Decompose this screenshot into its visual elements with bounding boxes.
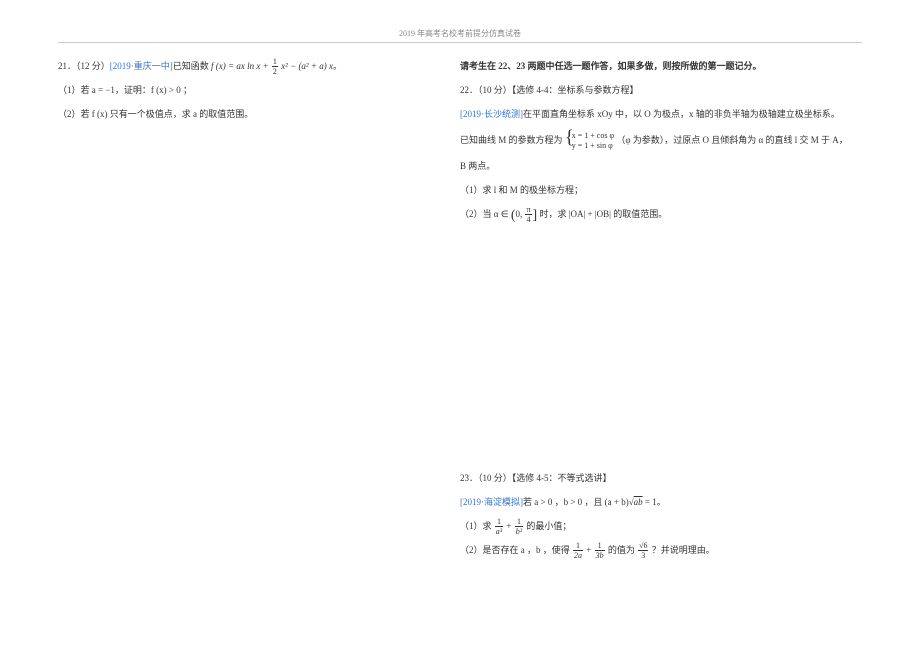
num: 1 <box>272 57 278 67</box>
den: 2a <box>573 551 583 560</box>
param-brace: x = 1 + cos φ y = 1 + sin φ <box>565 131 614 151</box>
den: 3 <box>638 551 648 560</box>
q23-p2-after: ？并说明理由。 <box>652 545 715 555</box>
num: √6 <box>638 541 648 551</box>
q22-l2-tail: （φ 为参数），过原点 O 且倾斜角为 α 的直线 l 交 M 于 A， <box>616 135 847 145</box>
q22-part1: （1）求 l 和 M 的极坐标方程； <box>460 179 850 201</box>
header-text: 2019 年高考名校考前提分仿真试卷 <box>399 29 521 38</box>
q22-line3: B 两点。 <box>460 155 850 177</box>
q22-l2-prefix: 已知曲线 M 的参数方程为 <box>460 135 563 145</box>
plus2: + <box>584 545 594 555</box>
num: 1 <box>573 541 583 551</box>
plus: + <box>504 521 514 531</box>
num: 1 <box>515 517 523 527</box>
den: 3b <box>595 551 605 560</box>
q21-source: [2019·重庆一中] <box>110 61 173 71</box>
fraction-half: 1 2 <box>272 57 278 76</box>
page-header: 2019 年高考名校考前提分仿真试卷 <box>0 0 920 42</box>
fraction-1-3b: 1 3b <box>595 541 605 560</box>
fraction-1a3: 1 a³ <box>495 517 503 536</box>
left-column: 21．（12 分）[2019·重庆一中]已知函数 f (x) = ax ln x… <box>58 55 422 563</box>
q21-part2: （2）若 f (x) 只有一个极值点，求 a 的取值范围。 <box>58 103 422 125</box>
q21-func-tail: x² − (a² + a) x <box>281 61 333 71</box>
den: 2 <box>272 67 278 76</box>
q22-part2: （2）当 α ∈ (0, π 4 ] 时，求 |OA| + |OB| 的取值范围… <box>460 203 850 227</box>
q22-line1: [2019·长沙统测]在平面直角坐标系 xOy 中，以 O 为极点，x 轴的非负… <box>460 103 850 125</box>
dot: 。 <box>333 61 342 71</box>
q23-source: [2019·海淀模拟] <box>460 497 523 507</box>
num: π <box>525 205 531 215</box>
content-two-column: 21．（12 分）[2019·重庆一中]已知函数 f (x) = ax ln x… <box>0 43 920 563</box>
right-column: 请考生在 22、23 两题中任选一题作答，如果多做，则按所做的第一题记分。 22… <box>460 55 850 563</box>
q22-header: 22．（10 分）【选修 4-4：坐标系与参数方程】 <box>460 79 850 101</box>
q23-p2-before: （2）是否存在 a ，b ，使得 <box>460 545 570 555</box>
q23-part2: （2）是否存在 a ，b ，使得 1 2a + 1 3b 的值为 √6 3 ？并… <box>460 539 850 561</box>
q22-source: [2019·长沙统测] <box>460 109 523 119</box>
den: b³ <box>515 527 523 536</box>
q23-p2-mid: 的值为 <box>608 545 635 555</box>
q22-line2: 已知曲线 M 的参数方程为 x = 1 + cos φ y = 1 + sin … <box>460 127 850 153</box>
q21-number: 21．（12 分） <box>58 61 110 71</box>
fraction-sqrt6-3: √6 3 <box>638 541 648 560</box>
q23-p1-before: （1）求 <box>460 521 492 531</box>
fraction-1b3: 1 b³ <box>515 517 523 536</box>
sqrt-inner: ab <box>634 497 643 507</box>
q21-problem: 21．（12 分）[2019·重庆一中]已知函数 f (x) = ax ln x… <box>58 55 422 77</box>
range-zero: 0, <box>515 209 522 219</box>
num: 1 <box>495 517 503 527</box>
q23-l1-tail: 若 a > 0 ，b > 0 ，且 (a + b) <box>523 497 629 507</box>
den: 4 <box>525 215 531 224</box>
q23-p1-after: 的最小值； <box>526 521 571 531</box>
q22-l1-tail: 在平面直角坐标系 xOy 中，以 O 为极点，x 轴的非负半轴为极轴建立极坐标系… <box>523 109 840 119</box>
q23-part1: （1）求 1 a³ + 1 b³ 的最小值； <box>460 515 850 537</box>
den: a³ <box>495 527 503 536</box>
eq1: = 1。 <box>643 497 666 507</box>
q22-p2-after: 时，求 |OA| + |OB| 的取值范围。 <box>539 209 667 219</box>
q23-header: 23．（10 分）【选修 4-5：不等式选讲】 <box>460 467 850 489</box>
q21-part1: （1）若 a = −1，证明：f (x) > 0 ； <box>58 79 422 101</box>
q22-p2-before: （2）当 α ∈ <box>460 209 509 219</box>
q23-line1: [2019·海淀模拟]若 a > 0 ，b > 0 ，且 (a + b)√ab … <box>460 491 850 513</box>
q21-text: 已知函数 <box>173 61 209 71</box>
fraction-pi4: π 4 <box>525 205 531 224</box>
q21-func-head: f (x) = ax ln x + <box>211 61 269 71</box>
elective-notice: 请考生在 22、23 两题中任选一题作答，如果多做，则按所做的第一题记分。 <box>460 55 850 77</box>
num: 1 <box>595 541 605 551</box>
fraction-1-2a: 1 2a <box>573 541 583 560</box>
param-x: x = 1 + cos φ <box>572 131 614 141</box>
bracket-r: ] <box>533 208 538 223</box>
param-y: y = 1 + sin φ <box>572 141 614 151</box>
